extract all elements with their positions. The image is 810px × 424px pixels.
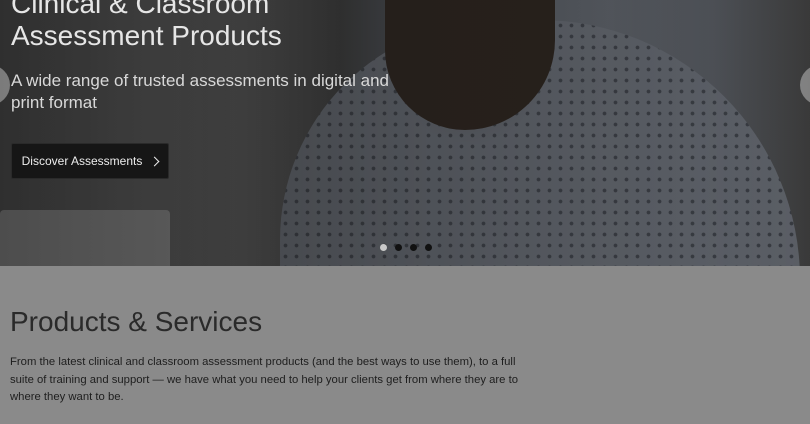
- carousel-dots: [380, 244, 432, 251]
- discover-assessments-button[interactable]: Discover Assessments: [11, 143, 169, 179]
- chevron-right-icon: [149, 156, 160, 166]
- hero-subtitle: A wide range of trusted assessments in d…: [11, 71, 389, 112]
- cta-label: Discover Assessments: [21, 154, 143, 168]
- hero-title: Clinical & Classroom Assessment Products: [11, 0, 282, 51]
- carousel-dot-4[interactable]: [425, 244, 432, 251]
- section-body: From the latest clinical and classroom a…: [10, 356, 519, 403]
- carousel-dot-2[interactable]: [395, 244, 402, 251]
- carousel-dot-1[interactable]: [380, 244, 387, 251]
- hero-banner: Clinical & Classroom Assessment Products…: [0, 0, 810, 266]
- products-services-section: Products & Services From the latest clin…: [0, 266, 810, 424]
- section-title: Products & Services: [10, 306, 263, 337]
- carousel-dot-3[interactable]: [410, 244, 417, 251]
